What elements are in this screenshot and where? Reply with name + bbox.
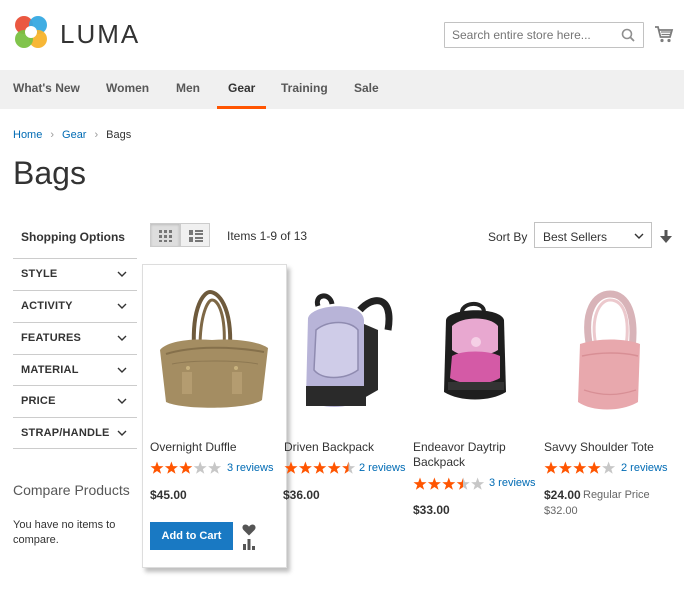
cart-icon[interactable]	[654, 24, 674, 44]
rating-stars	[413, 477, 485, 490]
filter-label: ACTIVITY	[21, 300, 73, 312]
filter-material[interactable]: MATERIAL	[13, 354, 137, 386]
nav-item-training[interactable]: Training	[281, 70, 328, 109]
product-price: $36.00	[283, 488, 320, 502]
product-image-overnight-duffle[interactable]	[152, 288, 270, 412]
breadcrumb-home[interactable]: Home	[13, 129, 42, 141]
product-name[interactable]: Savvy Shoulder Tote	[544, 440, 674, 455]
logo-text[interactable]: LUMA	[60, 19, 140, 50]
items-count: Items 1-9 of 13	[227, 229, 308, 243]
rating-stars	[284, 461, 356, 474]
product-name[interactable]: Endeavor Daytrip Backpack	[413, 440, 523, 470]
rating-stars	[544, 461, 616, 474]
filter-features[interactable]: FEATURES	[13, 322, 137, 354]
sort-direction-arrow-icon[interactable]	[660, 230, 672, 243]
grid-icon	[159, 230, 172, 242]
reviews-link[interactable]: 2 reviews	[359, 462, 405, 474]
chevron-down-icon	[117, 367, 127, 373]
shopping-options-title: Shopping Options	[21, 230, 125, 244]
regular-price-label: Regular Price	[583, 489, 650, 501]
filter-label: STYLE	[21, 268, 58, 280]
star-icon	[150, 461, 222, 474]
chevron-down-icon	[117, 271, 127, 277]
product-name[interactable]: Driven Backpack	[284, 440, 404, 455]
product-name[interactable]: Overnight Duffle	[150, 440, 280, 455]
compare-empty-text: You have no items to compare.	[13, 519, 116, 546]
breadcrumb: Home › Gear › Bags	[13, 129, 131, 141]
breadcrumb-gear[interactable]: Gear	[62, 129, 86, 141]
product-special-price: $24.00	[544, 488, 581, 502]
product-price: $33.00	[413, 503, 450, 517]
heart-icon[interactable]	[242, 524, 256, 536]
nav-item-men[interactable]: Men	[176, 70, 200, 109]
filter-label: STRAP/HANDLE	[21, 427, 110, 439]
nav-item-sale[interactable]: Sale	[354, 70, 379, 109]
rating-stars	[150, 461, 222, 474]
filter-strap-handle[interactable]: STRAP/HANDLE	[13, 417, 137, 449]
chevron-down-icon	[117, 430, 127, 436]
search-box[interactable]	[444, 22, 644, 48]
nav-item-women[interactable]: Women	[106, 70, 149, 109]
reviews-link[interactable]: 3 reviews	[489, 477, 535, 489]
main-nav: What's New Women Men Gear Training Sale	[0, 70, 684, 109]
chevron-down-icon	[117, 398, 127, 404]
filter-style[interactable]: STYLE	[13, 258, 137, 290]
add-to-cart-button[interactable]: Add to Cart	[150, 522, 233, 550]
nav-item-whats-new[interactable]: What's New	[13, 70, 80, 109]
breadcrumb-current: Bags	[106, 129, 132, 141]
filter-label: FEATURES	[21, 332, 82, 344]
chevron-down-icon	[117, 335, 127, 341]
filter-divider	[13, 448, 137, 449]
list-view-button[interactable]	[180, 223, 210, 247]
filter-label: PRICE	[21, 395, 56, 407]
filter-price[interactable]: PRICE	[13, 385, 137, 417]
reviews-link[interactable]: 2 reviews	[621, 462, 667, 474]
chevron-down-icon	[117, 303, 127, 309]
product-price: $45.00	[150, 488, 187, 502]
luma-logo-icon[interactable]	[13, 14, 49, 50]
search-icon[interactable]	[621, 28, 635, 42]
nav-item-gear[interactable]: Gear	[217, 70, 267, 109]
compare-products-title: Compare Products	[13, 482, 130, 498]
sort-select-value: Best Sellers	[543, 230, 608, 244]
breadcrumb-separator-icon: ›	[50, 129, 55, 141]
product-image-endeavor-backpack[interactable]	[438, 300, 512, 402]
filter-label: MATERIAL	[21, 364, 79, 376]
product-old-price: $32.00	[544, 505, 578, 517]
sort-label: Sort By	[488, 230, 528, 244]
grid-view-button[interactable]	[150, 223, 180, 247]
list-icon	[189, 230, 203, 242]
reviews-link[interactable]: 3 reviews	[227, 462, 273, 474]
header: LUMA	[0, 0, 684, 70]
product-image-driven-backpack[interactable]	[298, 290, 394, 414]
sort-select[interactable]: Best Sellers	[534, 222, 652, 248]
breadcrumb-separator-icon: ›	[94, 129, 99, 141]
compare-chart-icon[interactable]	[242, 539, 256, 550]
chevron-down-icon	[634, 233, 644, 239]
page-title: Bags	[13, 155, 86, 191]
search-input[interactable]	[445, 23, 643, 47]
filter-activity[interactable]: ACTIVITY	[13, 290, 137, 322]
product-image-savvy-tote[interactable]	[572, 290, 644, 414]
